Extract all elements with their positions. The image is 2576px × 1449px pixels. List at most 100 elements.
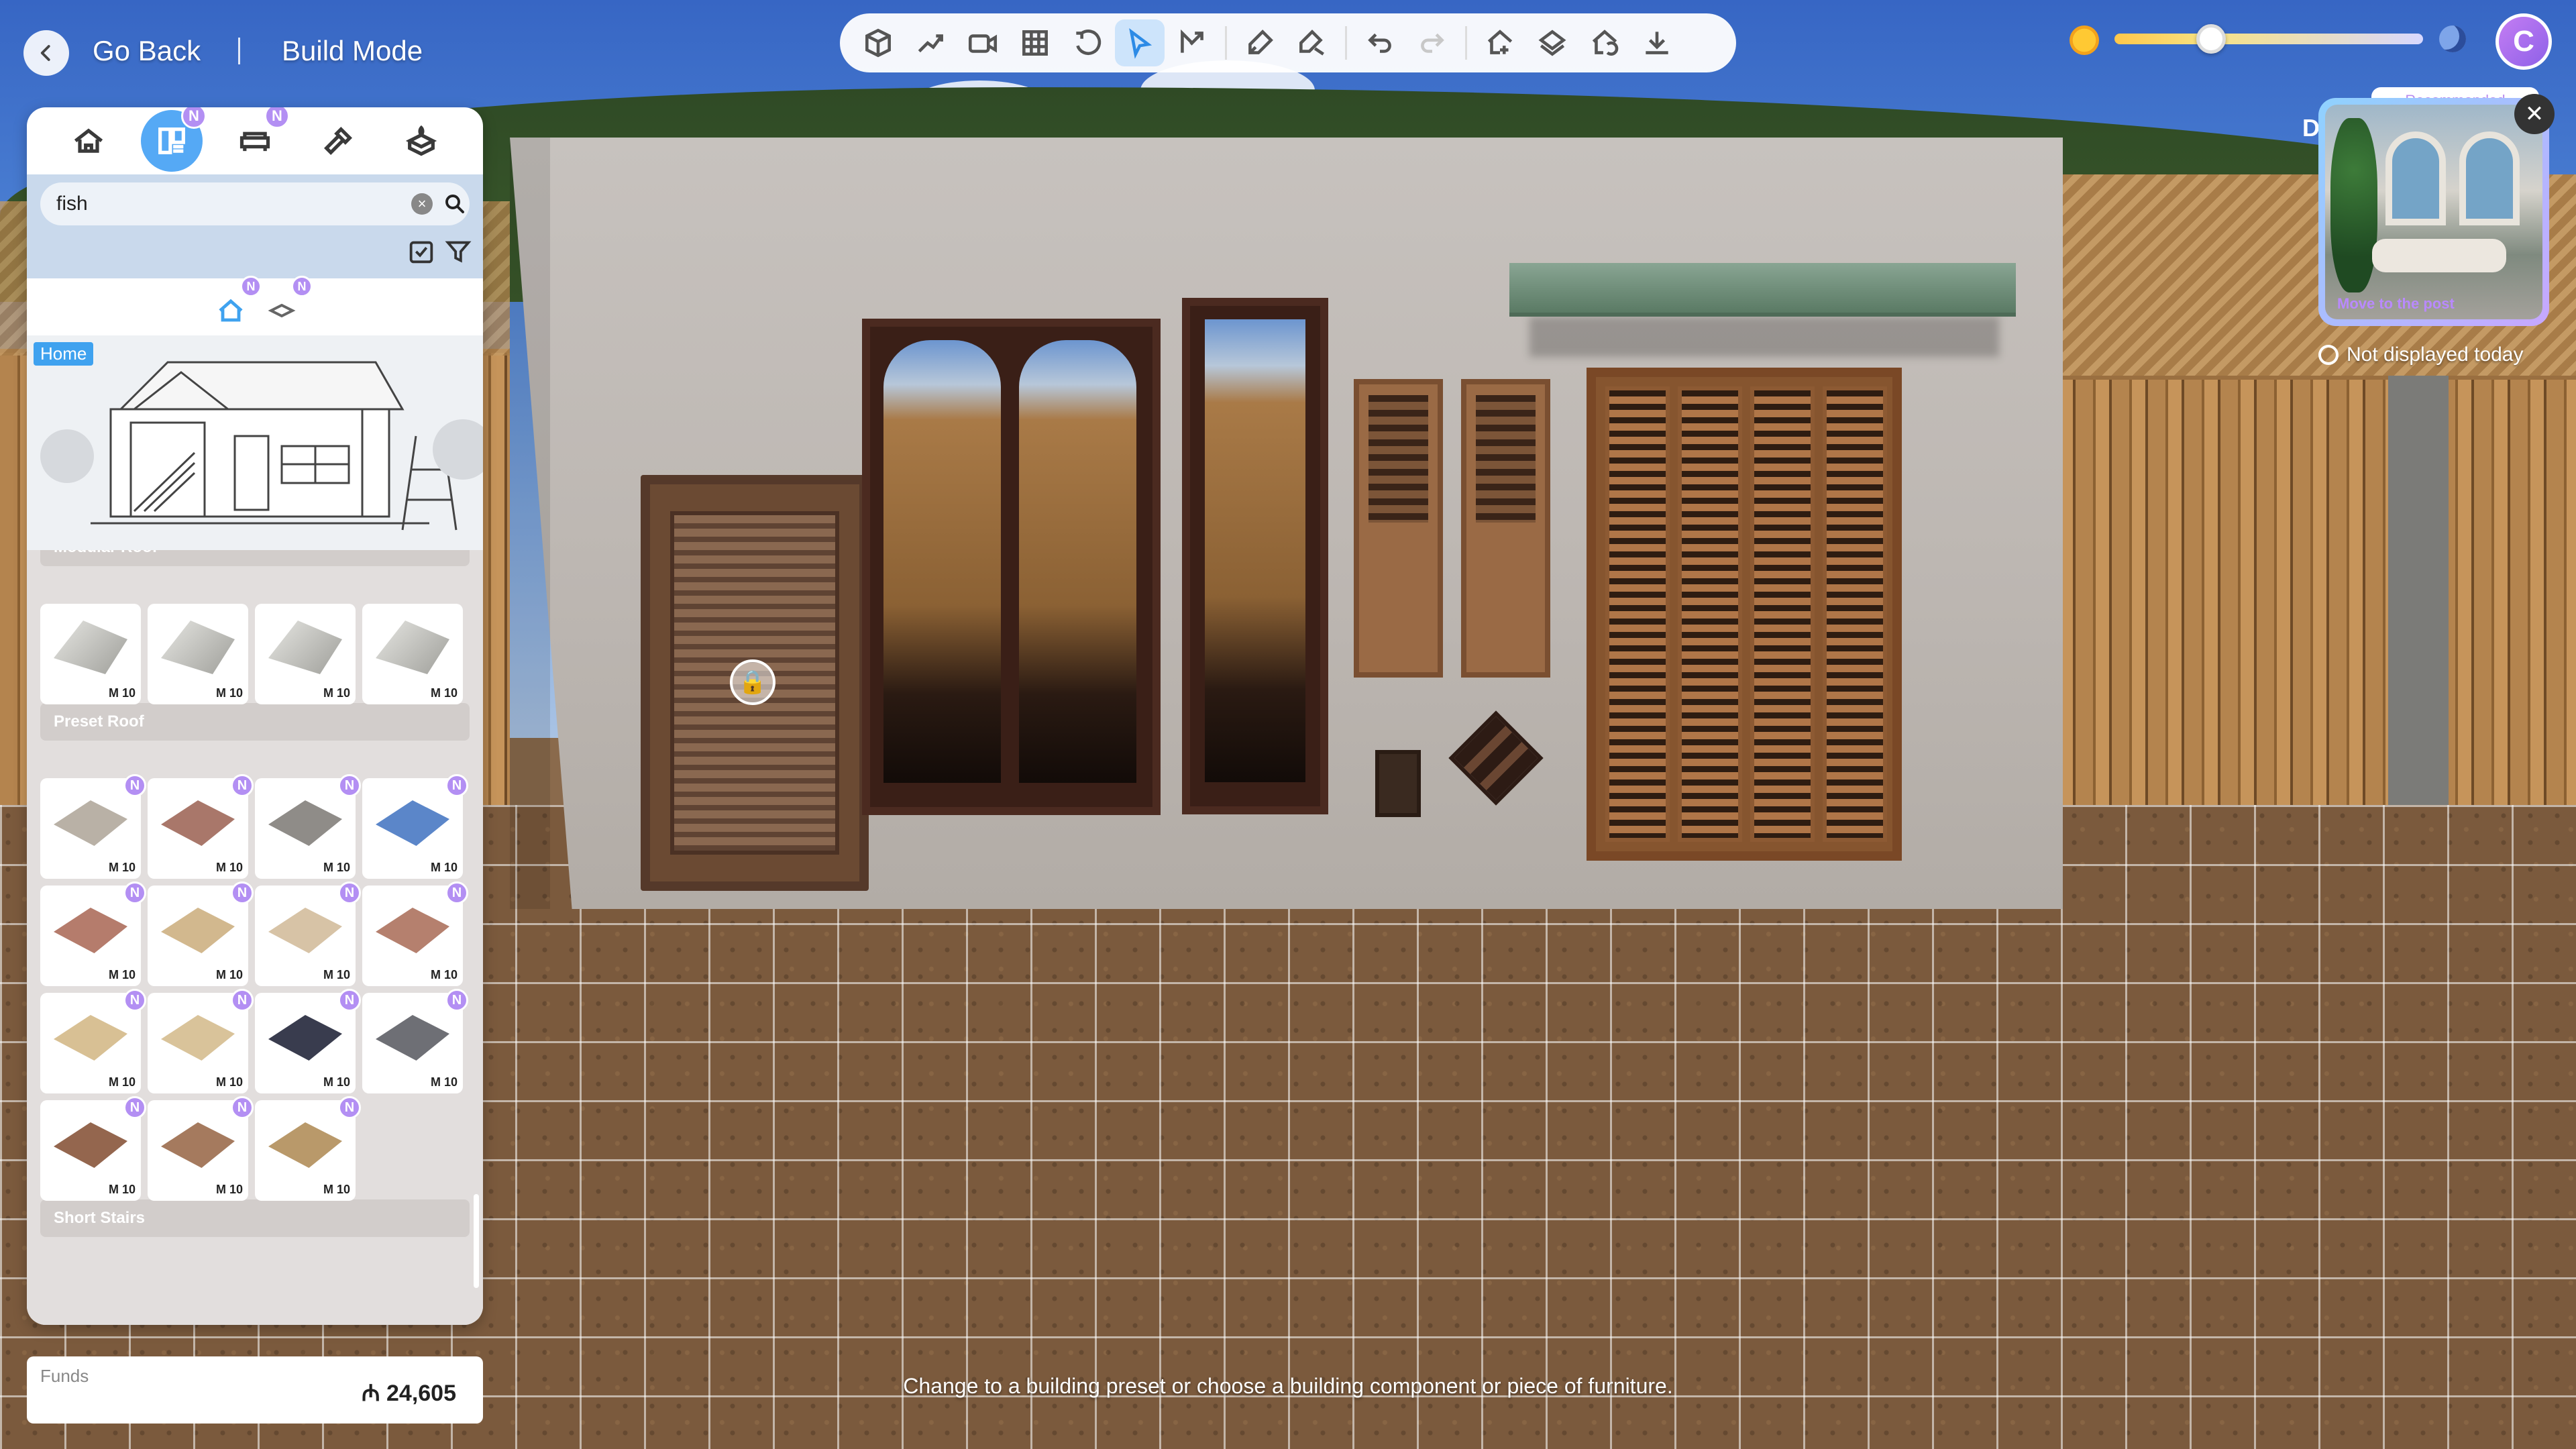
roof-thumbnail bbox=[268, 800, 342, 846]
catalog-item-card[interactable]: M 10 N bbox=[362, 881, 468, 986]
not-displayed-today-option[interactable]: Not displayed today bbox=[2318, 343, 2524, 366]
tab-furniture[interactable]: N bbox=[224, 107, 290, 172]
catalog-item-card[interactable]: M 10 N bbox=[148, 1096, 254, 1201]
section-header[interactable]: Short Stairs bbox=[40, 1199, 470, 1237]
tab-components[interactable]: N bbox=[141, 107, 207, 172]
save-house-button[interactable] bbox=[1475, 19, 1525, 66]
avatar[interactable]: C bbox=[2496, 13, 2552, 70]
placed-large-shutter[interactable] bbox=[1587, 368, 1902, 861]
search-input[interactable] bbox=[56, 182, 392, 225]
chevron-left-icon bbox=[40, 45, 50, 61]
move-tool-button[interactable] bbox=[1167, 19, 1217, 66]
redo-button[interactable] bbox=[1407, 19, 1457, 66]
filter-icon[interactable] bbox=[443, 236, 474, 267]
placed-awning[interactable] bbox=[1509, 263, 2016, 317]
new-badge: N bbox=[123, 989, 146, 1012]
section-header[interactable]: Modular Roof bbox=[40, 550, 470, 566]
item-price: M 10 bbox=[108, 1075, 136, 1089]
plant-box-icon bbox=[405, 125, 437, 156]
item-price: M 10 bbox=[215, 861, 243, 874]
camera-tool-button[interactable] bbox=[958, 19, 1008, 66]
catalog-item-card[interactable]: M 10 N bbox=[148, 989, 254, 1093]
undo-button[interactable] bbox=[1355, 19, 1405, 66]
recommended-card[interactable]: Move to the post bbox=[2318, 98, 2549, 326]
floor-layer-icon bbox=[268, 303, 296, 318]
item-price: M 10 bbox=[430, 968, 458, 981]
catalog-item-card[interactable]: M 10 N bbox=[362, 774, 468, 879]
catalog-list[interactable]: Modular Roof Preset Roof Short Stairs M … bbox=[27, 550, 483, 1325]
close-icon[interactable]: ✕ bbox=[2514, 94, 2555, 134]
catalog-item-card[interactable]: M 10 N bbox=[255, 881, 361, 986]
shutter-panel bbox=[1750, 386, 1815, 842]
radio-button[interactable] bbox=[2318, 345, 2339, 365]
subtab-floor[interactable]: N bbox=[263, 276, 313, 329]
checkbox-icon[interactable] bbox=[406, 236, 437, 267]
item-price: M 10 bbox=[215, 1183, 243, 1196]
catalog-item-card[interactable]: M 10 N bbox=[40, 774, 146, 879]
placed-single-window[interactable] bbox=[1182, 298, 1328, 814]
catalog-item-card[interactable]: M 10 N bbox=[148, 774, 254, 879]
section-header[interactable]: Preset Roof bbox=[40, 703, 470, 741]
grid-tool-button[interactable] bbox=[1010, 19, 1060, 66]
tab-outdoor[interactable] bbox=[390, 110, 452, 172]
cube-tool-button[interactable] bbox=[853, 19, 903, 66]
catalog-item-card[interactable]: M 10 N bbox=[40, 1096, 146, 1201]
bamboo-fence-right bbox=[2039, 376, 2576, 845]
catalog-item-card[interactable]: M 10 bbox=[255, 604, 356, 704]
camera-icon bbox=[968, 34, 998, 53]
back-button[interactable] bbox=[23, 30, 69, 76]
placed-vent[interactable] bbox=[1375, 750, 1421, 817]
catalog-item-card[interactable]: M 10 N bbox=[40, 989, 146, 1093]
paint-select-button[interactable] bbox=[1287, 19, 1337, 66]
catalog-item-card[interactable]: M 10 N bbox=[255, 774, 361, 879]
new-badge: N bbox=[264, 107, 290, 129]
house-save-icon bbox=[1487, 30, 1513, 54]
shutter-louvers bbox=[1368, 395, 1428, 523]
undo-icon bbox=[1368, 33, 1391, 53]
lock-icon[interactable]: 🔒 bbox=[730, 659, 775, 705]
sofa bbox=[2372, 239, 2506, 272]
roof-thumbnail bbox=[376, 621, 449, 674]
go-back-label[interactable]: Go Back bbox=[93, 35, 201, 67]
moon-icon bbox=[2439, 25, 2466, 52]
catalog-item-card[interactable]: M 10 N bbox=[148, 881, 254, 986]
roof-thumbnail bbox=[268, 621, 342, 674]
catalog-item-card[interactable]: M 10 bbox=[362, 604, 463, 704]
catalog-item-card[interactable]: M 10 N bbox=[255, 1096, 361, 1201]
tab-structure[interactable] bbox=[58, 110, 119, 172]
measure-tool-button[interactable] bbox=[906, 19, 955, 66]
new-badge: N bbox=[123, 1096, 146, 1119]
search-bar: × bbox=[40, 182, 470, 225]
catalog-item-card[interactable]: M 10 N bbox=[40, 881, 146, 986]
catalog-item-card[interactable]: M 10 N bbox=[255, 989, 361, 1093]
house-template-button[interactable] bbox=[1527, 19, 1577, 66]
select-tool-button[interactable] bbox=[1115, 19, 1165, 66]
download-button[interactable] bbox=[1632, 19, 1682, 66]
time-of-day-slider[interactable] bbox=[2114, 34, 2423, 44]
rotate-tool-button[interactable] bbox=[1063, 19, 1112, 66]
roof-thumbnail bbox=[161, 1015, 235, 1061]
catalog-item-card[interactable]: M 10 bbox=[40, 604, 141, 704]
house-reset-button[interactable] bbox=[1580, 19, 1629, 66]
measure-icon bbox=[918, 34, 943, 53]
catalog-item-card[interactable]: M 10 N bbox=[362, 989, 468, 1093]
search-icon[interactable] bbox=[443, 192, 467, 216]
item-price: M 10 bbox=[215, 1075, 243, 1089]
clear-search-icon[interactable]: × bbox=[411, 193, 433, 215]
home-preview[interactable]: Home bbox=[27, 335, 483, 778]
catalog-item-card[interactable]: M 10 bbox=[148, 604, 248, 704]
window-door-icon bbox=[158, 127, 185, 154]
subtab-home[interactable]: N bbox=[212, 276, 262, 329]
new-badge: N bbox=[291, 276, 313, 297]
placed-double-window[interactable] bbox=[862, 319, 1161, 815]
placed-shutter-right[interactable] bbox=[1461, 379, 1550, 678]
roof-thumbnail bbox=[54, 1015, 127, 1061]
tab-tools[interactable] bbox=[307, 110, 369, 172]
new-badge: N bbox=[338, 774, 361, 797]
placed-shutter-left[interactable] bbox=[1354, 379, 1443, 678]
scrollbar[interactable] bbox=[474, 1194, 479, 1288]
move-to-post-link[interactable]: Move to the post bbox=[2337, 295, 2455, 313]
paint-tool-button[interactable] bbox=[1235, 19, 1285, 66]
toolbar-separator bbox=[1225, 26, 1227, 60]
item-price: M 10 bbox=[108, 968, 136, 981]
